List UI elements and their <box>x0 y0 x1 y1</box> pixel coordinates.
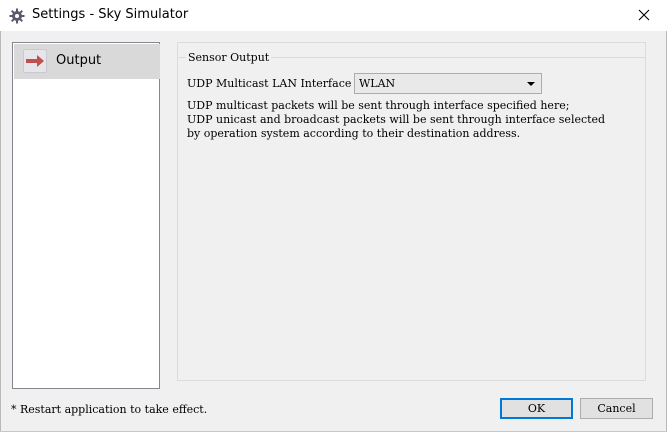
group-title: Sensor Output <box>186 51 272 64</box>
description-line: UDP unicast and broadcast packets will b… <box>187 113 606 126</box>
close-icon <box>638 6 650 25</box>
gear-icon <box>9 8 25 24</box>
chevron-down-icon <box>527 82 535 86</box>
window-title: Settings - Sky Simulator <box>32 7 189 22</box>
close-button[interactable] <box>621 0 667 31</box>
nav-item-label: Output <box>56 53 102 68</box>
restart-note: * Restart application to take effect. <box>11 403 208 416</box>
settings-nav-list[interactable]: Output <box>12 42 160 389</box>
interface-dropdown-value: WLAN <box>359 77 396 90</box>
interface-dropdown[interactable]: WLAN <box>354 73 542 94</box>
nav-item-output[interactable]: Output <box>14 44 160 79</box>
description-line: UDP multicast packets will be sent throu… <box>187 99 570 112</box>
ok-button[interactable]: OK <box>500 398 573 419</box>
title-bar: Settings - Sky Simulator <box>0 0 667 31</box>
window-border-left <box>0 31 1 432</box>
arrow-right-icon <box>23 49 47 73</box>
description-line: by operation system according to their d… <box>187 127 521 140</box>
interface-label: UDP Multicast LAN Interface <box>187 77 352 90</box>
cancel-button[interactable]: Cancel <box>580 398 653 419</box>
